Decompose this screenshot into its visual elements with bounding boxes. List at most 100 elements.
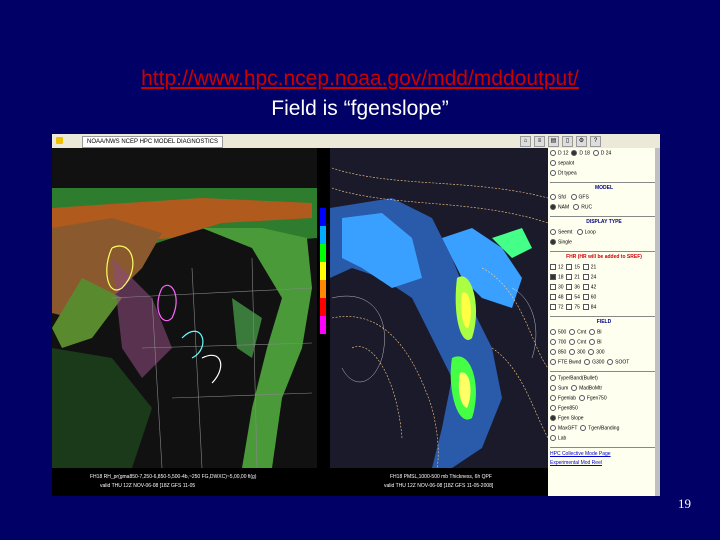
fhr-checkbox[interactable] — [550, 294, 556, 300]
fhr-checkbox[interactable] — [550, 264, 556, 270]
opt-label: Tgen/Banding — [588, 425, 620, 432]
radio-model-gfs[interactable] — [570, 194, 577, 200]
experimental-link[interactable]: Experimental Mod Reel — [550, 460, 602, 466]
opt-label: 54 — [574, 294, 580, 301]
radio-field[interactable] — [584, 359, 591, 365]
radio-list[interactable] — [578, 395, 585, 401]
opt-label: 24 — [590, 274, 597, 281]
panel-scrollbar[interactable] — [655, 148, 660, 496]
radio-list[interactable] — [580, 425, 587, 431]
radio-sepalot[interactable] — [550, 160, 556, 166]
radio-model-sfcl[interactable] — [550, 194, 556, 200]
opt-label: 12 — [558, 264, 564, 271]
browser-tab[interactable]: NOAA/NWS NCEP HPC MODEL DIAGNOSTICS — [82, 136, 224, 148]
radio-display-single[interactable] — [550, 239, 556, 245]
opt-label: Fgen850 — [558, 405, 578, 412]
fhr-checkbox[interactable] — [582, 284, 589, 290]
opt-label: RUC — [581, 204, 593, 211]
print-icon[interactable]: ▤ — [548, 136, 559, 147]
fhr-checkbox[interactable] — [582, 294, 589, 300]
radio-d18[interactable] — [571, 150, 578, 156]
fhr-checkbox[interactable] — [566, 284, 573, 290]
radio-model-nam[interactable] — [550, 204, 556, 210]
opt-label: Loop — [584, 229, 596, 236]
slide-number: 19 — [678, 496, 691, 511]
radio-list[interactable] — [550, 395, 556, 401]
fhr-checkbox[interactable] — [566, 264, 573, 270]
radio-list[interactable] — [550, 435, 556, 441]
divider — [550, 251, 656, 252]
opt-label: 21 — [590, 264, 597, 271]
radio-field[interactable] — [550, 329, 556, 335]
star-icon[interactable] — [56, 137, 63, 144]
opt-label: Seemt — [558, 229, 573, 236]
help-icon[interactable]: ? — [590, 136, 601, 147]
opt-label: Dt typea — [558, 170, 577, 177]
browser-screenshot: NOAA/NWS NCEP HPC MODEL DIAGNOSTICS ⌂ ≡ … — [52, 134, 660, 496]
fhr-checkbox[interactable] — [582, 304, 589, 310]
radio-fgen-slope[interactable] — [550, 415, 556, 421]
radio-dotypes[interactable] — [550, 170, 556, 176]
collective-mode-link[interactable]: HPC Collective Mode Page — [550, 451, 611, 457]
right-map-caption: FH18 PMSL,1000-500 mb Thickness, 6h QPF — [390, 474, 492, 480]
radio-field[interactable] — [569, 349, 576, 355]
opt-label: 60 — [590, 294, 597, 301]
slide-title: http://www.hpc.ncep.noaa.gov/mdd/mddoutp… — [0, 64, 720, 124]
feed-icon[interactable]: ≡ — [534, 136, 545, 147]
opt-label: 700 — [558, 339, 567, 346]
opt-label: 36 — [574, 284, 580, 291]
radio-list[interactable] — [550, 405, 556, 411]
fhr-checkbox[interactable] — [566, 294, 573, 300]
field-header: FIELD — [596, 319, 612, 325]
radio-display-loop[interactable] — [576, 229, 583, 235]
radio-field[interactable] — [569, 329, 576, 335]
opt-label: 48 — [558, 294, 564, 301]
opt-label: GFS — [578, 194, 589, 201]
radio-d12[interactable] — [550, 150, 556, 156]
opt-label: 300 — [577, 349, 586, 356]
home-icon[interactable]: ⌂ — [520, 136, 531, 147]
radio-list[interactable] — [550, 375, 556, 381]
opt-label: Bl — [597, 339, 602, 346]
page-icon[interactable]: ▯ — [562, 136, 573, 147]
source-url-link[interactable]: http://www.hpc.ncep.noaa.gov/mdd/mddoutp… — [0, 64, 720, 94]
fhr-checkbox[interactable] — [550, 284, 556, 290]
fhr-checkbox[interactable] — [566, 304, 573, 310]
divider — [550, 216, 656, 217]
radio-field[interactable] — [607, 359, 614, 365]
left-map-caption: FH18 RH_pr(gma850-7,250-6,850-5,500-4b,~… — [90, 474, 257, 480]
fhr-checkbox[interactable] — [566, 274, 573, 280]
opt-label: Fgen Slope — [558, 415, 584, 422]
radio-field[interactable] — [550, 359, 556, 365]
fhr-header: FHR (HR will be added to SREF) — [566, 254, 642, 260]
opt-label: 18 — [558, 274, 564, 281]
radio-field[interactable] — [589, 339, 596, 345]
radio-field[interactable] — [569, 339, 576, 345]
tools-icon[interactable]: ⚙ — [576, 136, 587, 147]
opt-label: Fgen750 — [586, 395, 607, 402]
opt-label: 42 — [590, 284, 597, 291]
opt-label: D 18 — [579, 150, 590, 157]
radio-d24[interactable] — [592, 150, 599, 156]
radio-field[interactable] — [550, 339, 556, 345]
fhr-checkbox[interactable] — [582, 274, 589, 280]
divider — [550, 447, 656, 448]
opt-label: 75 — [574, 304, 580, 311]
radio-field[interactable] — [550, 349, 556, 355]
weather-maps-image — [52, 148, 549, 496]
radio-field[interactable] — [588, 349, 595, 355]
fhr-checkbox[interactable] — [550, 304, 556, 310]
radio-display-seemt[interactable] — [550, 229, 556, 235]
divider — [550, 182, 656, 183]
fhr-checkbox[interactable] — [582, 264, 589, 270]
radio-field[interactable] — [589, 329, 596, 335]
opt-label: 500 — [558, 329, 567, 336]
fhr-checkbox[interactable] — [550, 274, 556, 280]
radio-list[interactable] — [571, 385, 578, 391]
opt-label: G300 — [592, 359, 605, 366]
opt-label: Cmt — [577, 329, 587, 336]
radio-list[interactable] — [550, 385, 556, 391]
radio-model-ruc[interactable] — [573, 204, 580, 210]
opt-label: Sfcl — [558, 194, 567, 201]
radio-list[interactable] — [550, 425, 556, 431]
